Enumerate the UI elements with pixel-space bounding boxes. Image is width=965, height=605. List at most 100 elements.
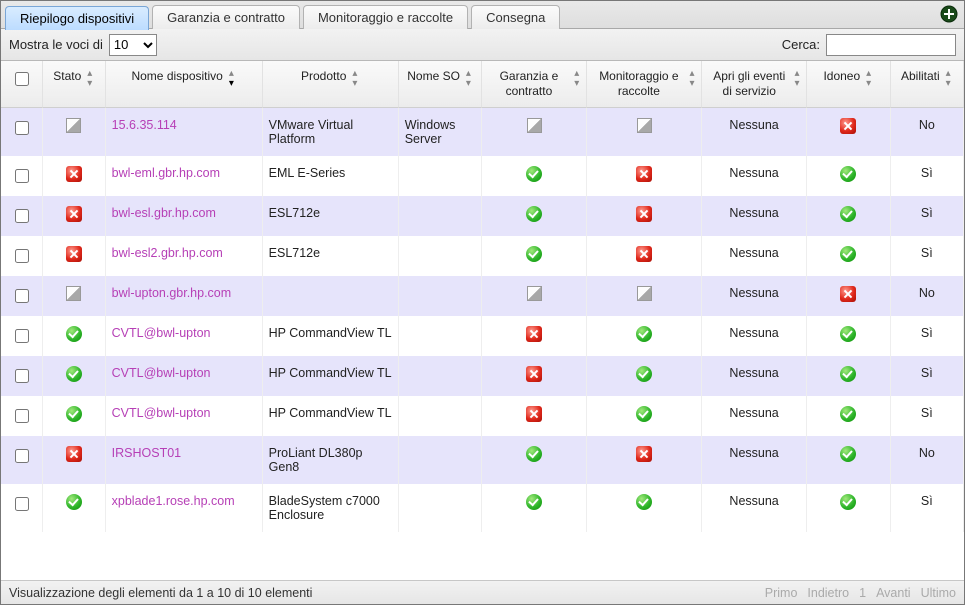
cell-prodotto: ESL712e [263,196,399,236]
status-err-icon [526,366,542,382]
status-ok-icon [66,406,82,422]
select-all-checkbox[interactable] [15,72,29,86]
cell-prodotto: ProLiant DL380p Gen8 [263,436,399,484]
col-nome-so[interactable]: Nome SO▴▾ [399,61,483,108]
cell-stato [43,108,106,156]
device-link[interactable]: xpblade1.rose.hp.com [112,494,235,508]
col-abilitati[interactable]: Abilitati▴▾ [891,61,964,108]
table-row: bwl-esl2.gbr.hp.comESL712eNessunaSì [1,236,964,276]
search-label: Cerca: [782,37,820,52]
status-ok-icon [526,446,542,462]
cell-prodotto: HP CommandView TL [263,396,399,436]
status-ok-icon [66,494,82,510]
cell-idoneo [807,356,891,396]
col-eventi[interactable]: Apri gli eventi di servizio▴▾ [702,61,807,108]
row-checkbox[interactable] [15,369,29,383]
pager-primo[interactable]: Primo [765,586,798,600]
pager-ultimo[interactable]: Ultimo [921,586,956,600]
cell-garanzia [482,156,587,196]
cell-idoneo [807,396,891,436]
cell-prodotto [263,276,399,316]
search-input[interactable] [826,34,956,56]
cell-prodotto: EML E-Series [263,156,399,196]
row-checkbox[interactable] [15,409,29,423]
cell-prodotto: VMware Virtual Platform [263,108,399,156]
row-checkbox[interactable] [15,121,29,135]
cell-nome-so [399,316,483,356]
row-checkbox[interactable] [15,289,29,303]
cell-abilitati: No [891,108,964,156]
status-ok-icon [840,246,856,262]
pager-page[interactable]: 1 [859,586,866,600]
cell-stato [43,484,106,532]
status-err-icon [636,166,652,182]
table-row: bwl-eml.gbr.hp.comEML E-SeriesNessunaSì [1,156,964,196]
status-err-icon [636,206,652,222]
row-checkbox[interactable] [15,169,29,183]
col-monitoraggio[interactable]: Monitoraggio e raccolte▴▾ [587,61,702,108]
status-ok-icon [526,206,542,222]
sort-icon: ▴▾ [85,69,94,89]
row-checkbox[interactable] [15,449,29,463]
table-row: bwl-esl.gbr.hp.comESL712eNessunaSì [1,196,964,236]
cell-abilitati: Sì [891,236,964,276]
device-link[interactable]: IRSHOST01 [112,446,181,460]
device-link[interactable]: bwl-esl2.gbr.hp.com [112,246,223,260]
entries-select[interactable]: 10 [109,34,157,56]
cell-stato [43,196,106,236]
col-prodotto[interactable]: Prodotto▴▾ [263,61,399,108]
status-ok-icon [526,166,542,182]
footer-info: Visualizzazione degli elementi da 1 a 10… [9,586,312,600]
table-row: 15.6.35.114 VMware Virtual PlatformWindow… [1,108,964,156]
cell-nome-dispositivo: bwl-eml.gbr.hp.com [106,156,263,196]
table-toolbar: Mostra le voci di 10 Cerca: [1,29,964,61]
device-link[interactable]: 15.6.35.114 [112,118,177,132]
status-ok-icon [840,366,856,382]
cell-nome-so [399,396,483,436]
pager-indietro[interactable]: Indietro [807,586,849,600]
device-link[interactable]: bwl-esl.gbr.hp.com [112,206,216,220]
tab-2[interactable]: Monitoraggio e raccolte [303,5,468,29]
cell-nome-so: Windows Server [399,108,483,156]
sort-icon: ▴▾ [227,69,236,89]
cell-nome-so [399,276,483,316]
status-unknown-icon [66,286,81,301]
status-err-icon [840,286,856,302]
add-tab-icon[interactable] [940,5,958,23]
cell-garanzia [482,356,587,396]
row-checkbox[interactable] [15,249,29,263]
tab-3[interactable]: Consegna [471,5,560,29]
cell-eventi: Nessuna [702,396,807,436]
status-err-icon [526,406,542,422]
cell-stato [43,436,106,484]
row-checkbox[interactable] [15,329,29,343]
device-link[interactable]: bwl-eml.gbr.hp.com [112,166,220,180]
footer-bar: Visualizzazione degli elementi da 1 a 10… [1,580,964,604]
device-link[interactable]: bwl-upton.gbr.hp.com [112,286,232,300]
col-idoneo[interactable]: Idoneo▴▾ [807,61,891,108]
row-checkbox[interactable] [15,209,29,223]
cell-idoneo [807,436,891,484]
device-link[interactable]: CVTL@bwl-upton [112,406,211,420]
col-nome-dispositivo[interactable]: Nome dispositivo▴▾ [106,61,263,108]
cell-stato [43,236,106,276]
table-row: bwl-upton.gbr.hp.comNessunaNo [1,276,964,316]
col-checkbox[interactable] [1,61,43,108]
tab-0[interactable]: Riepilogo dispositivi [5,6,149,30]
row-checkbox[interactable] [15,497,29,511]
pager-avanti[interactable]: Avanti [876,586,911,600]
status-ok-icon [636,326,652,342]
cell-nome-dispositivo: CVTL@bwl-upton [106,316,263,356]
cell-idoneo [807,276,891,316]
cell-garanzia [482,196,587,236]
col-garanzia[interactable]: Garanzia e contratto▴▾ [482,61,587,108]
device-link[interactable]: CVTL@bwl-upton [112,326,211,340]
status-ok-icon [526,494,542,510]
cell-eventi: Nessuna [702,108,807,156]
tab-1[interactable]: Garanzia e contratto [152,5,300,29]
cell-nome-dispositivo: bwl-upton.gbr.hp.com [106,276,263,316]
status-ok-icon [526,246,542,262]
cell-abilitati: Sì [891,356,964,396]
device-link[interactable]: CVTL@bwl-upton [112,366,211,380]
col-stato[interactable]: Stato▴▾ [43,61,106,108]
